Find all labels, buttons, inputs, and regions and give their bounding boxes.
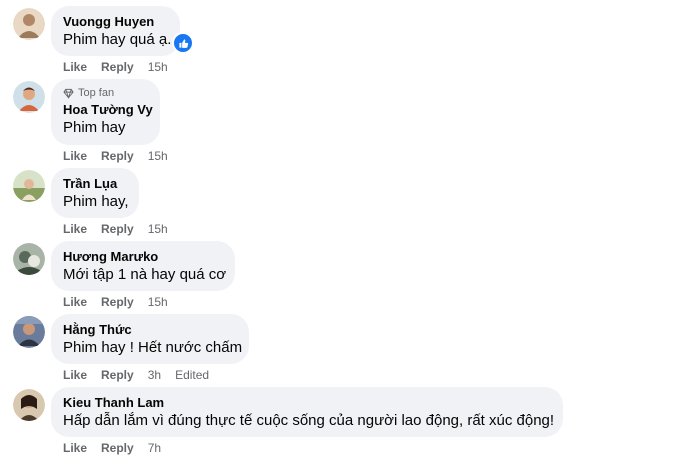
comment-text: Phim hay quá ạ. [63, 31, 172, 48]
edited-label: Edited [175, 368, 210, 382]
comment-author[interactable]: Kieu Thanh Lam [63, 395, 551, 411]
comment-actions: Like Reply 15h [63, 294, 182, 310]
comment-text: Phim hay, [63, 193, 129, 210]
top-fan-badge: Top fan [63, 87, 148, 100]
comment-timestamp[interactable]: 15h [148, 148, 168, 164]
like-reaction-icon[interactable] [172, 32, 194, 54]
comment-text: Hấp dẫn lắm vì đúng thực tế cuộc sống củ… [63, 412, 555, 429]
avatar-image [13, 81, 45, 113]
comment-actions: Like Reply 7h [63, 440, 175, 456]
comment-bubble: Kieu Thanh Lam Hấp dẫn lắm vì đúng thực … [51, 387, 563, 437]
comment-timestamp[interactable]: 15h [148, 59, 168, 75]
comment-bubble: Hằng Thức Phim hay ! Hết nước chấm [51, 314, 249, 364]
comment-timestamp[interactable]: 7h [148, 440, 161, 456]
comment-author[interactable]: Hằng Thức [63, 322, 237, 338]
comment-bubble: Vuongg Huyen Phim hay quá ạ. [51, 6, 180, 56]
reply-button[interactable]: Reply [101, 221, 134, 237]
reply-button[interactable]: Reply [101, 440, 134, 456]
avatar[interactable] [13, 316, 45, 348]
avatar[interactable] [13, 243, 45, 275]
like-button[interactable]: Like [63, 294, 87, 310]
comment-bubble: Top fan Hoa Tường Vy Phim hay [51, 79, 160, 145]
avatar-image [13, 389, 45, 421]
avatar-image [13, 170, 45, 202]
reply-button[interactable]: Reply [101, 148, 134, 164]
comment-text: Mới tập 1 nà hay quá cơ [63, 266, 227, 283]
comment-author[interactable]: Hương Marưko [63, 249, 223, 265]
comment-timestamp[interactable]: 15h [148, 294, 168, 310]
reply-button[interactable]: Reply [101, 367, 134, 383]
avatar[interactable] [13, 389, 45, 421]
avatar[interactable] [13, 170, 45, 202]
avatar[interactable] [13, 81, 45, 113]
comment-list: Vuongg Huyen Phim hay quá ạ. Like Reply … [0, 0, 691, 457]
comment-bubble: Hương Marưko Mới tập 1 nà hay quá cơ [51, 241, 235, 291]
comment-actions: Like Reply 15h [63, 148, 182, 164]
like-button[interactable]: Like [63, 148, 87, 164]
diamond-icon [63, 88, 74, 99]
like-button[interactable]: Like [63, 440, 87, 456]
reply-button[interactable]: Reply [101, 59, 134, 75]
comment-text: Phim hay [63, 119, 126, 136]
avatar[interactable] [13, 8, 45, 40]
comment-actions: Like Reply 15h [63, 59, 182, 75]
comment-author[interactable]: Hoa Tường Vy [63, 102, 153, 118]
like-button[interactable]: Like [63, 221, 87, 237]
comment-timestamp[interactable]: 15h [148, 221, 168, 237]
avatar-image [13, 243, 45, 275]
comment-author[interactable]: Vuongg Huyen [63, 14, 168, 30]
comment-timestamp[interactable]: 3h [148, 367, 161, 383]
comment-actions: Like Reply 15h [63, 221, 182, 237]
comment-bubble: Trần Lụa Phim hay, [51, 168, 139, 218]
comment-text: Phim hay ! Hết nước chấm [63, 339, 243, 356]
avatar-image [13, 8, 45, 40]
comment-actions: Like Reply 3h Edited [63, 367, 223, 383]
like-button[interactable]: Like [63, 367, 87, 383]
badge-label: Top fan [78, 87, 115, 99]
comment-author[interactable]: Trần Lụa [63, 176, 127, 192]
reply-button[interactable]: Reply [101, 294, 134, 310]
avatar-image [13, 316, 45, 348]
like-button[interactable]: Like [63, 59, 87, 75]
